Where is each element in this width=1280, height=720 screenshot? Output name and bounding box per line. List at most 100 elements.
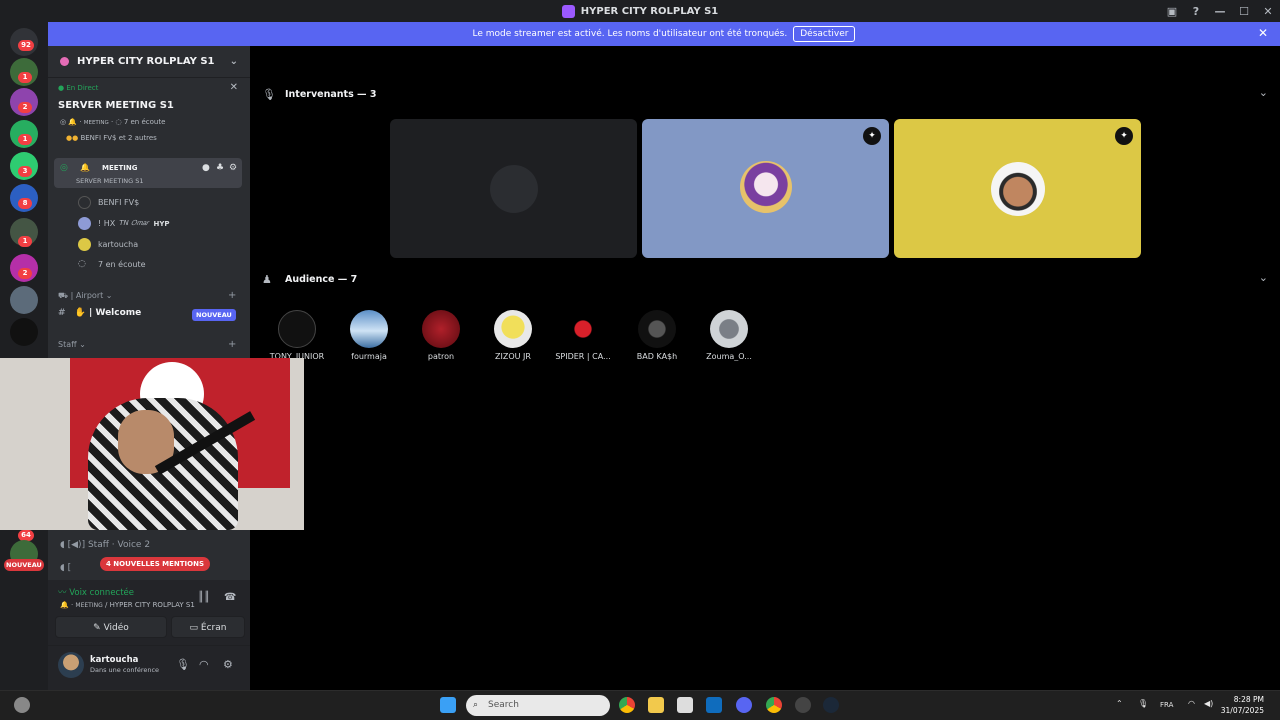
stage-icon: ⛟ bbox=[58, 291, 69, 300]
taskbar-search[interactable]: ⌕ Search bbox=[466, 695, 610, 716]
audience-member[interactable]: SPIDER | CA... bbox=[546, 310, 620, 361]
avatar bbox=[278, 310, 316, 348]
member-name: ZIZOU JR bbox=[495, 352, 531, 361]
close-window-button[interactable]: ✕ bbox=[1256, 5, 1280, 18]
gear-icon[interactable]: ⚙ bbox=[223, 658, 233, 671]
user-name[interactable]: kartoucha bbox=[90, 655, 138, 665]
video-label: Vidéo bbox=[103, 623, 129, 633]
close-icon[interactable]: ✕ bbox=[230, 82, 238, 93]
moderator-icon: ✦ bbox=[863, 127, 881, 145]
help-icon[interactable]: ? bbox=[1184, 5, 1208, 18]
search-icon: ⌕ bbox=[473, 700, 479, 710]
speaker-muted-icon: [◀)] bbox=[67, 540, 86, 550]
category-staff[interactable]: Staff ⌄ + bbox=[58, 339, 236, 350]
avatar bbox=[710, 310, 748, 348]
stage-icon: ◎ bbox=[60, 163, 68, 173]
speaker-tile[interactable] bbox=[390, 119, 637, 258]
minimize-button[interactable]: — bbox=[1208, 5, 1232, 18]
event-title[interactable]: SERVER MEETING S1 bbox=[58, 100, 174, 111]
store-icon[interactable] bbox=[677, 697, 693, 713]
chevron-up-icon[interactable]: ⌃ bbox=[1116, 699, 1123, 708]
chevron-down-icon[interactable]: ⌄ bbox=[1259, 86, 1268, 99]
noise-suppression-icon[interactable]: ║║ bbox=[198, 592, 210, 603]
add-channel-icon[interactable]: + bbox=[228, 339, 236, 350]
discord-icon[interactable] bbox=[736, 697, 752, 713]
language-indicator[interactable]: FRA bbox=[1160, 701, 1173, 709]
stage-channel-meeting[interactable]: ◎ 🔔 MEETING SERVER MEETING S1 ● ♣ ⚙ bbox=[54, 158, 242, 188]
steam-icon[interactable] bbox=[823, 697, 839, 713]
maximize-button[interactable]: ☐ bbox=[1232, 5, 1256, 18]
audience-member[interactable]: TONY_JUNIOR bbox=[260, 310, 334, 361]
server-icon[interactable] bbox=[10, 318, 38, 346]
speakers-title: Intervenants — 3 bbox=[285, 89, 377, 100]
video-button[interactable]: ✎ Vidéo bbox=[55, 616, 167, 638]
location-text: / HYPER CITY ROLPLAY S1 bbox=[104, 601, 195, 609]
audience-member[interactable]: fourmaja bbox=[332, 310, 406, 361]
voice-channel[interactable]: ◖ [ bbox=[60, 563, 71, 573]
audience-member[interactable]: patron bbox=[404, 310, 478, 361]
live-label: En Direct bbox=[66, 84, 99, 92]
listening-text: 7 en écoute bbox=[98, 259, 146, 269]
volume-icon[interactable]: ◀) bbox=[1204, 699, 1213, 708]
headphones-icon[interactable]: ◠ bbox=[199, 658, 209, 671]
speaker-tile[interactable]: ✦ bbox=[642, 119, 889, 258]
member-name: ! HX bbox=[98, 219, 116, 228]
new-mentions-pill[interactable]: 4 NOUVELLES MENTIONS bbox=[100, 557, 211, 571]
speaker-icon: ◖ bbox=[60, 540, 65, 550]
disconnect-icon[interactable]: ☎ bbox=[224, 592, 236, 603]
widgets-icon[interactable] bbox=[14, 697, 30, 713]
streamer-mode-banner: Le mode streamer est activé. Les noms d'… bbox=[48, 22, 1280, 46]
speaker-tile[interactable]: ✦ bbox=[894, 119, 1141, 258]
audience-member[interactable]: Zouma_O... bbox=[692, 310, 766, 361]
microphone-icon[interactable]: 🎙 bbox=[1138, 699, 1148, 708]
member-tag: HYP bbox=[153, 219, 170, 228]
add-channel-icon[interactable]: + bbox=[228, 290, 236, 301]
voice-location[interactable]: 🔔 · MEETING / HYPER CITY ROLPLAY S1 bbox=[60, 601, 195, 609]
invite-icon[interactable]: ♣ bbox=[216, 163, 224, 173]
audience-member[interactable]: BAD KA$h bbox=[620, 310, 694, 361]
channel-name: MEETING bbox=[102, 164, 138, 172]
channel-member[interactable]: kartoucha bbox=[78, 238, 138, 251]
category-airport[interactable]: ⛟ | Airport ⌄ + bbox=[58, 290, 236, 301]
user-panel: kartoucha Dans une conférence 🎙 ◠ ⚙ bbox=[48, 646, 250, 690]
channel-name: Staff · Voice 2 bbox=[87, 540, 151, 550]
screen-icon: ▭ bbox=[189, 623, 199, 633]
speaker-icon: ◖ bbox=[60, 563, 65, 573]
channel-welcome[interactable]: # ✋ | Welcome bbox=[58, 308, 141, 318]
avatar[interactable] bbox=[58, 652, 84, 678]
windows-start-icon[interactable] bbox=[440, 697, 456, 713]
server-icon[interactable] bbox=[10, 286, 38, 314]
channel-member[interactable]: ! HX TN 𝑂𝑚𝑎𝑟 HYP bbox=[78, 217, 170, 230]
inbox-icon[interactable]: ▣ bbox=[1160, 5, 1184, 18]
microphone-icon[interactable]: 🎙 bbox=[176, 658, 190, 671]
chat-icon[interactable]: ● bbox=[202, 163, 210, 173]
audience-member[interactable]: ZIZOU JR bbox=[476, 310, 550, 361]
audience-title: Audience — 7 bbox=[285, 274, 358, 285]
disable-streamer-button[interactable]: Désactiver bbox=[793, 26, 856, 42]
new-servers-badge[interactable]: NOUVEAU bbox=[4, 559, 44, 571]
audience-icon: ♟ bbox=[262, 273, 272, 286]
server-header[interactable]: HYPER CITY ROLPLAY S1 ⌄ bbox=[48, 46, 250, 78]
chrome-icon[interactable] bbox=[619, 697, 635, 713]
close-banner-icon[interactable]: ✕ bbox=[1258, 26, 1268, 40]
voice-channel-staff-2[interactable]: ◖ [◀)] Staff · Voice 2 bbox=[60, 540, 150, 550]
attendees-text: BENFI FV$ et 2 autres bbox=[80, 134, 157, 142]
member-name: patron bbox=[427, 352, 455, 361]
wifi-icon[interactable]: ◠ bbox=[1188, 699, 1195, 708]
chevron-down-icon[interactable]: ⌄ bbox=[1259, 271, 1268, 284]
member-name: kartoucha bbox=[98, 240, 139, 249]
search-placeholder: Search bbox=[488, 700, 519, 710]
chrome-icon[interactable] bbox=[766, 697, 782, 713]
voice-status-text: Voix connectée bbox=[69, 588, 135, 598]
stage-view: 🎙 Intervenants — 3 ⌄ ✦ ✦ ♟ Audience — 7 … bbox=[250, 46, 1280, 690]
screen-share-button[interactable]: ▭ Écran bbox=[171, 616, 245, 638]
gear-icon[interactable]: ⚙ bbox=[229, 163, 237, 173]
channel-member[interactable]: BENFI FV$ bbox=[78, 196, 139, 209]
file-explorer-icon[interactable] bbox=[648, 697, 664, 713]
outlook-icon[interactable] bbox=[706, 697, 722, 713]
member-name: BENFI FV$ bbox=[98, 198, 140, 207]
streamer-banner-text: Le mode streamer est activé. Les noms d'… bbox=[472, 29, 788, 39]
clock[interactable]: 8:28 PM 31/07/2025 bbox=[1221, 694, 1264, 716]
listening-count: ◌ 7 en écoute bbox=[78, 259, 146, 269]
app-icon[interactable] bbox=[795, 697, 811, 713]
